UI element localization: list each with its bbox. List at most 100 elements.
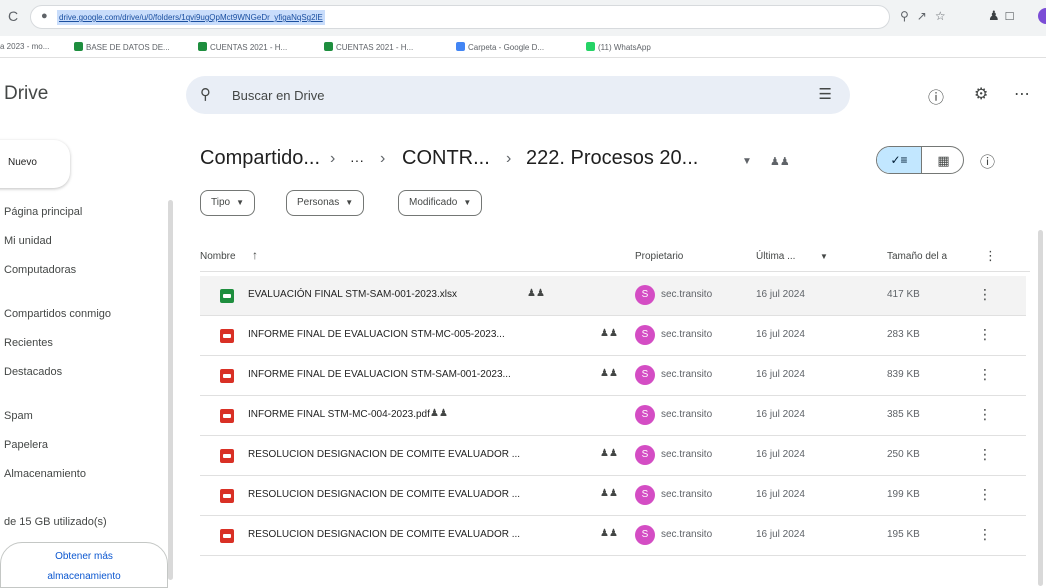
bookmark-item[interactable]: a 2023 - mo... [0,42,49,51]
omnibox-actions[interactable]: ⚲↗☆ [900,9,954,23]
file-name[interactable]: RESOLUCION DESIGNACION DE COMITE EVALUAD… [248,529,520,540]
search-placeholder[interactable]: Buscar en Drive [232,88,324,103]
bookmark-item[interactable]: CUENTAS 2021 - H... [324,42,413,52]
owner-avatar[interactable]: S [635,405,655,425]
owner-avatar[interactable]: S [635,365,655,385]
sidebar-item-recent[interactable]: Recientes [4,337,53,349]
bookmark-item[interactable]: BASE DE DATOS DE... [74,42,170,52]
bookmark-item[interactable]: (11) WhatsApp [586,42,651,52]
file-name[interactable]: EVALUACIÓN FINAL STM-SAM-001-2023.xlsx [248,289,457,300]
reload-icon[interactable]: C [8,8,18,24]
more-vert-icon[interactable]: ⋮ [978,366,992,383]
more-vert-icon[interactable]: ⋮ [984,248,997,264]
bookmark-item[interactable]: CUENTAS 2021 - H... [198,42,287,52]
browser-toolbar: C ● drive.google.com/drive/u/0/folders/1… [0,0,1046,36]
extensions-icons[interactable]: ♟□ [988,8,1020,24]
tune-icon[interactable]: ☰ [819,85,832,103]
chevron-down-icon: ▼ [345,198,354,207]
chevron-down-icon[interactable]: ▼ [820,252,828,261]
file-name[interactable]: INFORME FINAL STM-MC-004-2023.pdf [248,409,430,420]
arrow-up-icon[interactable]: ↑ [252,248,258,262]
owner-avatar[interactable]: S [635,525,655,545]
file-name[interactable]: RESOLUCION DESIGNACION DE COMITE EVALUAD… [248,489,520,500]
column-modified[interactable]: Última ... [756,251,795,262]
file-size: 199 KB [887,489,920,500]
chevron-down-icon: ▼ [463,198,472,207]
settings-icon[interactable]: ⚙ [974,84,988,104]
file-owner: sec.transito [661,329,713,340]
file-name[interactable]: RESOLUCION DESIGNACION DE COMITE EVALUAD… [248,449,520,460]
search-icon[interactable]: ⚲ [200,85,211,103]
apps-icon[interactable]: ⋯ [1014,84,1030,104]
breadcrumb-middle[interactable]: CONTR... [402,147,490,170]
view-toggle[interactable]: ✓≡ ▦ [876,146,964,174]
sidebar: Nuevo Página principal Mi unidad Computado… [0,130,180,588]
file-size: 250 KB [887,449,920,460]
new-button[interactable]: Nuevo [0,140,70,188]
sidebar-item-spam[interactable]: Spam [4,410,33,422]
sidebar-item-storage[interactable]: Almacenamiento [4,468,86,480]
file-owner: sec.transito [661,449,713,460]
sidebar-item-starred[interactable]: Destacados [4,366,62,378]
owner-avatar[interactable]: S [635,285,655,305]
sidebar-item-computers[interactable]: Computadoras [4,264,76,276]
breadcrumb-separator: › [380,150,386,167]
breadcrumb-current[interactable]: 222. Procesos 20... [526,147,698,170]
list-view-icon[interactable]: ✓≡ [877,147,921,173]
help-icon[interactable]: ⓘ [928,84,944,108]
bookmark-favicon-icon [74,42,83,51]
lock-icon[interactable]: ● [41,10,48,22]
table-row[interactable]: INFORME FINAL DE EVALUACION STM-SAM-001-… [200,356,1026,396]
column-size[interactable]: Tamaño del a [887,251,947,262]
info-icon[interactable]: ⓘ [980,151,995,172]
shared-people-icon: ♟♟ [600,488,618,499]
url-text[interactable]: drive.google.com/drive/u/0/folders/1qvi9… [57,10,325,25]
table-row[interactable]: INFORME FINAL STM-MC-004-2023.pdf ♟♟ Ssec.… [200,396,1026,436]
table-row[interactable]: EVALUACIÓN FINAL STM-SAM-001-2023.xlsx ♟♟… [200,276,1026,316]
more-vert-icon[interactable]: ⋮ [978,326,992,343]
app-title[interactable]: Drive [4,83,48,105]
filter-people[interactable]: Personas ▼ [286,190,365,216]
breadcrumb-ellipsis[interactable]: ··· [350,152,364,168]
column-name[interactable]: Nombre [200,251,236,262]
table-row[interactable]: RESOLUCION DESIGNACION DE COMITE EVALUAD… [200,476,1026,516]
bookmark-favicon-icon [586,42,595,51]
file-name[interactable]: INFORME FINAL DE EVALUACION STM-MC-005-2… [248,329,505,340]
file-name[interactable]: INFORME FINAL DE EVALUACION STM-SAM-001-… [248,369,511,380]
filter-type[interactable]: Tipo ▼ [200,190,256,216]
bookmark-favicon-icon [198,42,207,51]
filter-modified[interactable]: Modificado ▼ [398,190,483,216]
sidebar-scrollbar[interactable] [168,200,173,580]
profile-avatar[interactable] [1038,8,1046,24]
search-bar[interactable]: ⚲ Buscar en Drive ☰ [186,76,850,114]
bookmark-label: (11) WhatsApp [598,43,651,52]
owner-avatar[interactable]: S [635,445,655,465]
table-row[interactable]: RESOLUCION DESIGNACION DE COMITE EVALUAD… [200,436,1026,476]
owner-avatar[interactable]: S [635,325,655,345]
breadcrumb-root[interactable]: Compartido... [200,147,320,170]
address-bar[interactable]: ● drive.google.com/drive/u/0/folders/1qv… [30,5,890,29]
bookmark-item[interactable]: Carpeta - Google D... [456,42,544,52]
shared-people-icon: ♟♟ [527,288,545,299]
main-scrollbar[interactable] [1038,230,1043,586]
folder-menu-caret-icon[interactable]: ▼ [742,156,752,167]
pdf-file-icon [220,369,234,383]
more-vert-icon[interactable]: ⋮ [978,486,992,503]
get-storage-button[interactable]: Obtener más almacenamiento [0,542,168,588]
bookmark-label: Carpeta - Google D... [468,43,545,52]
table-row[interactable]: INFORME FINAL DE EVALUACION STM-MC-005-2… [200,316,1026,356]
more-vert-icon[interactable]: ⋮ [978,446,992,463]
sidebar-item-trash[interactable]: Papelera [4,439,48,451]
column-owner[interactable]: Propietario [635,251,683,262]
sidebar-item-shared-with-me[interactable]: Compartidos conmigo [4,308,111,320]
owner-avatar[interactable]: S [635,485,655,505]
sidebar-item-home[interactable]: Página principal [4,206,82,218]
sidebar-item-my-drive[interactable]: Mi unidad [4,235,52,247]
more-vert-icon[interactable]: ⋮ [978,406,992,423]
grid-view-icon[interactable]: ▦ [921,147,963,173]
file-modified-date: 16 jul 2024 [756,489,805,500]
file-modified-date: 16 jul 2024 [756,289,805,300]
table-row[interactable]: RESOLUCION DESIGNACION DE COMITE EVALUAD… [200,516,1026,556]
more-vert-icon[interactable]: ⋮ [978,526,992,543]
more-vert-icon[interactable]: ⋮ [978,286,992,303]
